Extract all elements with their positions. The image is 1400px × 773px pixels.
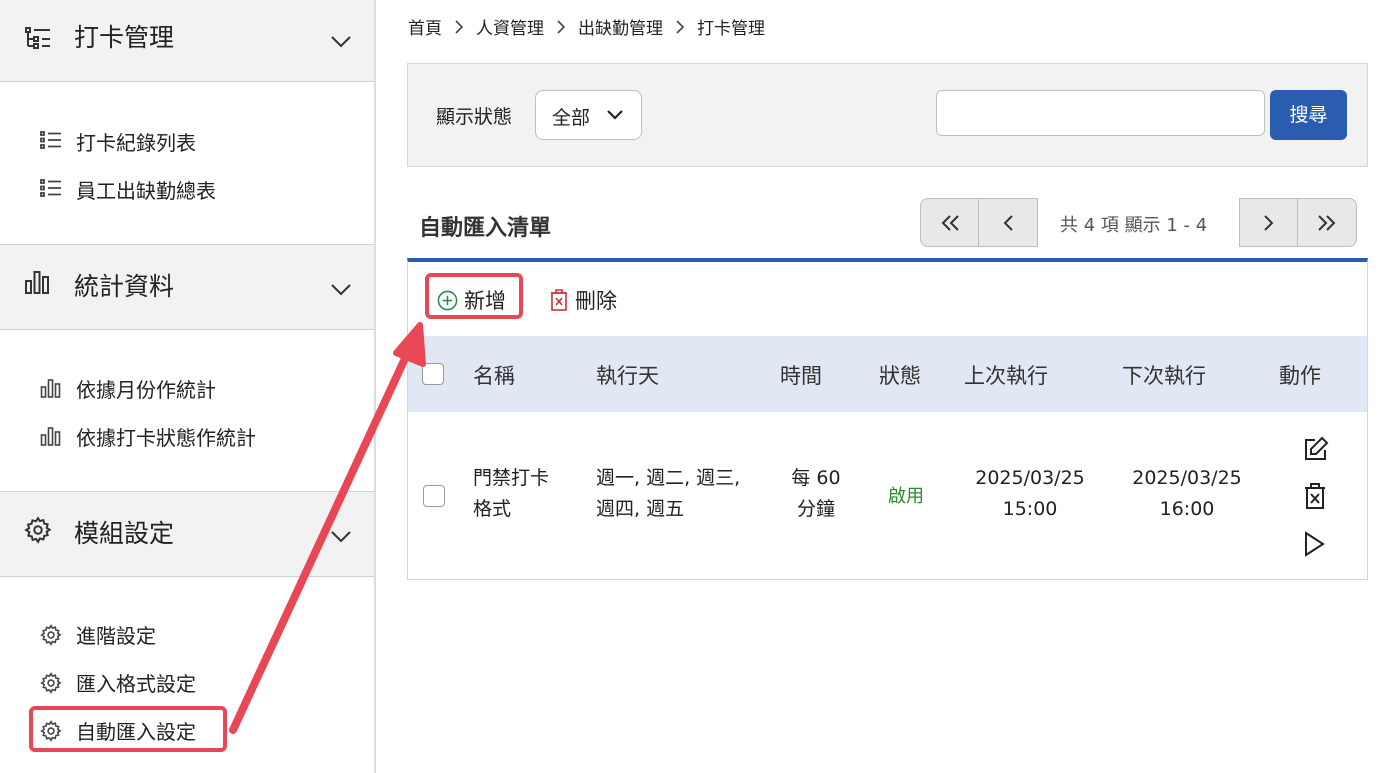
annotation-arrow: [229, 322, 426, 734]
